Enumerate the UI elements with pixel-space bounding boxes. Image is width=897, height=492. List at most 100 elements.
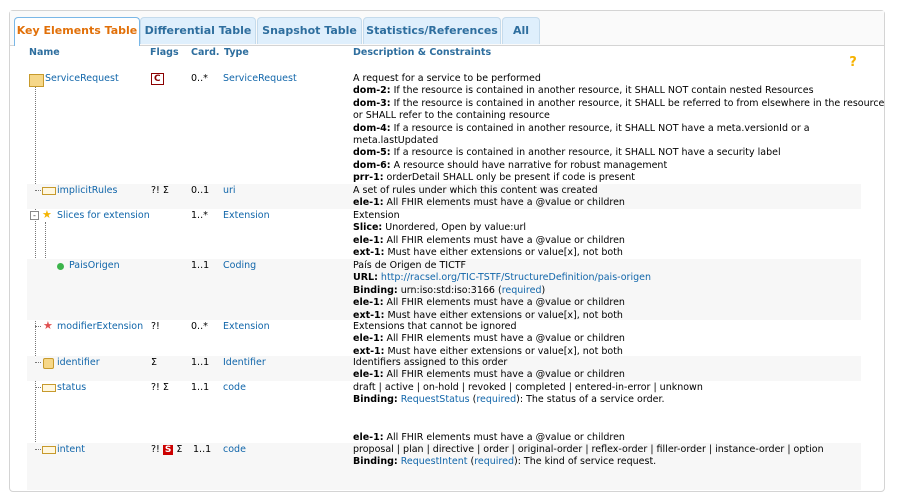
constraint-line-continued: meta.lastUpdated xyxy=(353,135,439,147)
constraint-line: dom-3: If the resource is contained in a… xyxy=(353,97,885,109)
tree-branch xyxy=(35,387,41,388)
flags-modifierextension: ?! xyxy=(151,321,160,332)
constraint-line: ele-1: All FHIR elements must have a @va… xyxy=(353,369,625,381)
flags-servicerequest: C xyxy=(151,73,164,85)
binding-line: Binding: RequestStatus (required): The s… xyxy=(353,394,665,406)
tab-differential-table[interactable]: Differential Table xyxy=(140,17,256,44)
column-header-flags: Flags xyxy=(150,47,179,58)
description-text: A request for a service to be performed xyxy=(353,73,541,84)
type-link-modifierextension[interactable]: Extension xyxy=(223,321,270,332)
constraint-line: ele-1: All FHIR elements must have a @va… xyxy=(353,333,625,345)
element-name-paisorigen[interactable]: PaisOrigen xyxy=(69,260,120,271)
slice-line: Slice: Unordered, Open by value:url xyxy=(353,222,527,234)
description-text: Extensions that cannot be ignored xyxy=(353,321,517,332)
tab-bar: Key Elements Table Differential Table Sn… xyxy=(10,11,884,46)
description-text: draft | active | on-hold | revoked | com… xyxy=(353,382,703,393)
binding-strength-link[interactable]: required xyxy=(502,285,542,296)
column-header-name: Name xyxy=(29,47,60,58)
description-text: Identifiers assigned to this order xyxy=(353,357,508,368)
constraint-line-continued: or SHALL refer to the containing resourc… xyxy=(353,110,550,122)
extension-star-icon: ★ xyxy=(42,208,52,221)
description-servicerequest: A request for a service to be performed … xyxy=(353,73,885,185)
table-row-status: status ?! Σ 1..1 code draft | active | o… xyxy=(27,381,861,443)
tree-branch xyxy=(35,362,41,363)
table-row-modifierextension: ★ modifierExtension ?! 0..* Extension Ex… xyxy=(27,319,861,358)
cardinality-paisorigen: 1..1 xyxy=(191,260,210,271)
valueset-link-requestintent[interactable]: RequestIntent xyxy=(401,456,468,467)
column-header-card: Card. xyxy=(191,47,220,58)
element-name-intent[interactable]: intent xyxy=(57,444,85,455)
flags-implicitrules: ?! Σ xyxy=(151,185,169,196)
datatype-cube-icon xyxy=(43,358,54,369)
flags-identifier: Σ xyxy=(151,357,158,368)
description-intent: proposal | plan | directive | order | or… xyxy=(353,444,858,469)
help-icon[interactable]: ? xyxy=(847,56,859,69)
tab-all[interactable]: All xyxy=(502,17,540,44)
cardinality-intent: 1..1 xyxy=(193,444,212,455)
type-link-intent[interactable]: code xyxy=(223,444,246,455)
cardinality-status: 1..1 xyxy=(191,382,210,393)
extension-url-link[interactable]: http://racsel.org/TIC-TSTF/StructureDefi… xyxy=(381,272,651,283)
constraint-line: ele-1: All FHIR elements must have a @va… xyxy=(353,197,625,209)
tab-key-elements-table[interactable]: Key Elements Table xyxy=(14,17,140,46)
element-name-identifier[interactable]: identifier xyxy=(57,357,100,368)
description-text: Extension xyxy=(353,210,400,221)
type-link-implicitrules[interactable]: uri xyxy=(223,185,236,196)
datatype-dot-icon xyxy=(57,263,64,270)
type-link-paisorigen[interactable]: Coding xyxy=(223,260,256,271)
tree-branch xyxy=(35,326,41,327)
constraint-line: dom-2: If the resource is contained in a… xyxy=(353,85,814,97)
type-link-slices-extension[interactable]: Extension xyxy=(223,210,270,221)
cardinality-servicerequest: 0..* xyxy=(191,73,208,84)
description-implicitrules: A set of rules under which this content … xyxy=(353,185,858,210)
element-icon xyxy=(42,446,56,454)
resource-icon xyxy=(29,74,44,87)
cardinality-implicitrules: 0..1 xyxy=(191,185,210,196)
cardinality-slices-extension: 1..* xyxy=(191,210,208,221)
binding-line: Binding: urn:iso:std:iso:3166 (required) xyxy=(353,284,546,296)
constraint-line: ele-1: All FHIR elements must have a @va… xyxy=(353,297,625,309)
element-name-servicerequest[interactable]: ServiceRequest xyxy=(45,73,119,84)
element-icon xyxy=(42,384,56,392)
modifier-star-icon: ★ xyxy=(43,319,53,332)
valueset-link-requeststatus[interactable]: RequestStatus xyxy=(401,394,470,405)
description-paisorigen: País de Origen de TICTF URL: http://racs… xyxy=(353,260,858,322)
must-support-flag[interactable]: S xyxy=(162,445,174,455)
element-name-modifierextension[interactable]: modifierExtension xyxy=(57,321,143,332)
type-link-identifier[interactable]: Identifier xyxy=(223,357,266,368)
element-icon xyxy=(42,187,56,195)
constraint-line: dom-5: If a resource is contained in ano… xyxy=(353,147,781,159)
constraint-line: prr-1: orderDetail SHALL only be present… xyxy=(353,172,635,184)
binding-strength-link[interactable]: required xyxy=(476,394,516,405)
description-status: draft | active | on-hold | revoked | com… xyxy=(353,382,858,444)
table-row-identifier: identifier Σ 1..1 Identifier Identifiers… xyxy=(27,356,861,381)
tab-statistics-references[interactable]: Statistics/References xyxy=(363,17,501,44)
element-name-implicitrules[interactable]: implicitRules xyxy=(57,185,117,196)
binding-strength-link[interactable]: required xyxy=(474,456,514,467)
column-header-description: Description & Constraints xyxy=(353,47,492,58)
url-line: URL: http://racsel.org/TIC-TSTF/Structur… xyxy=(353,272,651,284)
type-link-servicerequest[interactable]: ServiceRequest xyxy=(223,73,297,84)
description-modifierextension: Extensions that cannot be ignored ele-1:… xyxy=(353,321,858,358)
element-name-status[interactable]: status xyxy=(57,382,86,393)
flags-intent: ?! S Σ xyxy=(151,444,183,455)
type-link-status[interactable]: code xyxy=(223,382,246,393)
description-text: País de Origen de TICTF xyxy=(353,260,466,271)
table-row-paisorigen: PaisOrigen 1..1 Coding País de Origen de… xyxy=(27,259,861,322)
element-name-slices-extension[interactable]: Slices for extension xyxy=(57,210,150,221)
binding-line: Binding: RequestIntent (required): The k… xyxy=(353,456,657,468)
tab-snapshot-table[interactable]: Snapshot Table xyxy=(257,17,362,44)
page: Key Elements Table Differential Table Sn… xyxy=(0,0,897,492)
table-row-implicitrules: implicitRules ?! Σ 0..1 uri A set of rul… xyxy=(27,184,861,209)
column-header-type: Type xyxy=(224,47,249,58)
table-row-slices-extension: - ★ Slices for extension 1..* Extension … xyxy=(27,208,861,260)
constraint-line: dom-4: If a resource is contained in ano… xyxy=(353,122,810,134)
expand-toggle-icon[interactable]: - xyxy=(30,211,39,220)
constraint-line: ele-1: All FHIR elements must have a @va… xyxy=(353,234,625,246)
constraint-line: ext-1: Must have either extensions or va… xyxy=(353,247,623,259)
constraint-flag[interactable]: C xyxy=(151,73,164,85)
description-slices-extension: Extension Slice: Unordered, Open by valu… xyxy=(353,210,858,260)
description-identifier: Identifiers assigned to this order ele-1… xyxy=(353,357,858,382)
tree-branch xyxy=(35,449,41,450)
flags-status: ?! Σ xyxy=(151,382,169,393)
